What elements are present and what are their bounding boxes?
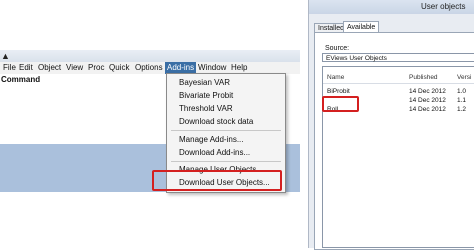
menu-item-manage-add-ins[interactable]: Manage Add-ins... [179, 134, 243, 146]
source-select[interactable]: EViews User Objects [322, 53, 474, 62]
status-area [0, 192, 300, 248]
menu-view[interactable]: View [64, 62, 85, 74]
item-published: 14 Dec 2012 [409, 88, 446, 95]
user-objects-list: Name Published Versi BiProbit 14 Dec 201… [322, 66, 474, 248]
item-published: 14 Dec 2012 [409, 97, 446, 104]
item-name: BiProbit [327, 88, 350, 95]
menu-item-download-add-ins[interactable]: Download Add-ins... [179, 147, 250, 159]
item-version: 1.2 [457, 106, 467, 113]
highlight-box-roll [322, 96, 359, 112]
menu-item-bayesian-var[interactable]: Bayesian VAR [179, 77, 230, 89]
menu-item-download-stock-data[interactable]: Download stock data [179, 116, 253, 128]
menu-file[interactable]: File [1, 62, 18, 74]
item-version: 1.1 [457, 97, 467, 104]
menu-quick[interactable]: Quick [107, 62, 131, 74]
list-item[interactable]: BiProbit 14 Dec 2012 1.0 [323, 88, 474, 96]
column-header-version[interactable]: Versi [457, 74, 471, 81]
menu-item-threshold-var[interactable]: Threshold VAR [179, 103, 233, 115]
user-objects-dialog: User objects Installed Available Source:… [308, 0, 474, 250]
menu-separator [171, 130, 281, 131]
eviews-app-icon[interactable]: ▲ [1, 52, 11, 61]
menu-options[interactable]: Options [133, 62, 165, 74]
list-header-divider [323, 83, 474, 84]
title-bar [0, 50, 300, 62]
column-header-published[interactable]: Published [409, 74, 438, 81]
dialog-title-bar: User objects [309, 0, 474, 14]
menu-proc[interactable]: Proc [86, 62, 106, 74]
menu-object[interactable]: Object [36, 62, 63, 74]
item-published: 14 Dec 2012 [409, 106, 446, 113]
dialog-title: User objects [421, 2, 466, 11]
menu-separator [171, 161, 281, 162]
highlight-box-download-user-objects [152, 170, 282, 191]
eviews-main-window: ▲ File Edit Object View Proc Quick Optio… [0, 0, 300, 248]
menu-edit[interactable]: Edit [17, 62, 35, 74]
column-header-name[interactable]: Name [327, 74, 344, 81]
menu-item-bivariate-probit[interactable]: Bivariate Probit [179, 90, 233, 102]
source-label: Source: [325, 45, 350, 52]
item-version: 1.0 [457, 88, 467, 95]
command-window-label: Command [1, 75, 41, 84]
